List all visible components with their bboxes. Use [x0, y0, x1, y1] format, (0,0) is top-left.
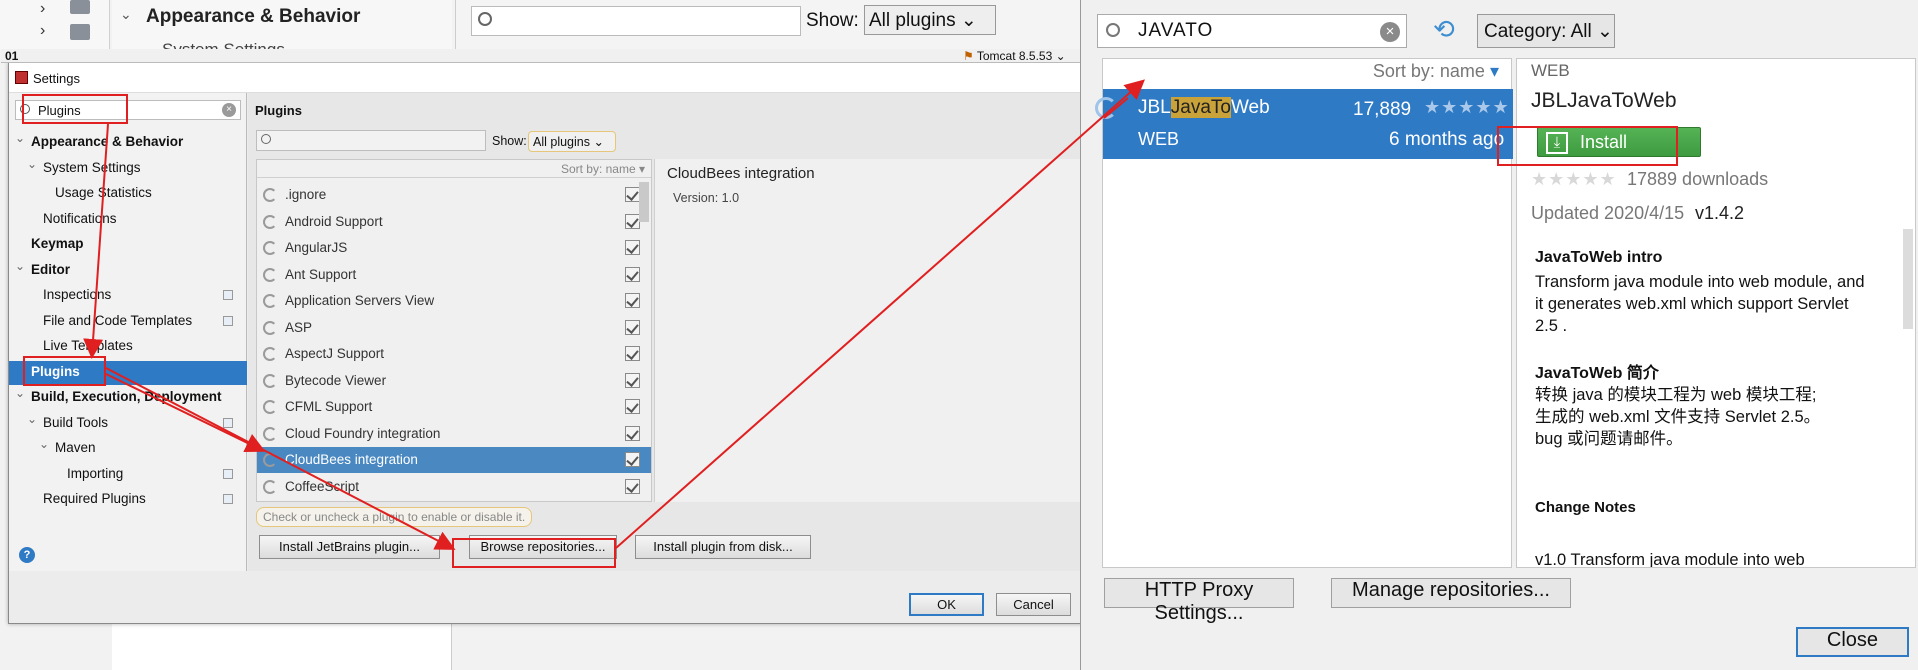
annotation-arrow-3	[105, 373, 266, 452]
annotation-arrows	[83, 79, 1145, 550]
annotation-arrow-2	[105, 367, 456, 550]
annotation-arrow-5	[1103, 97, 1129, 119]
annotation-arrow-1	[83, 123, 109, 359]
annotation-arrow-4	[615, 79, 1145, 549]
